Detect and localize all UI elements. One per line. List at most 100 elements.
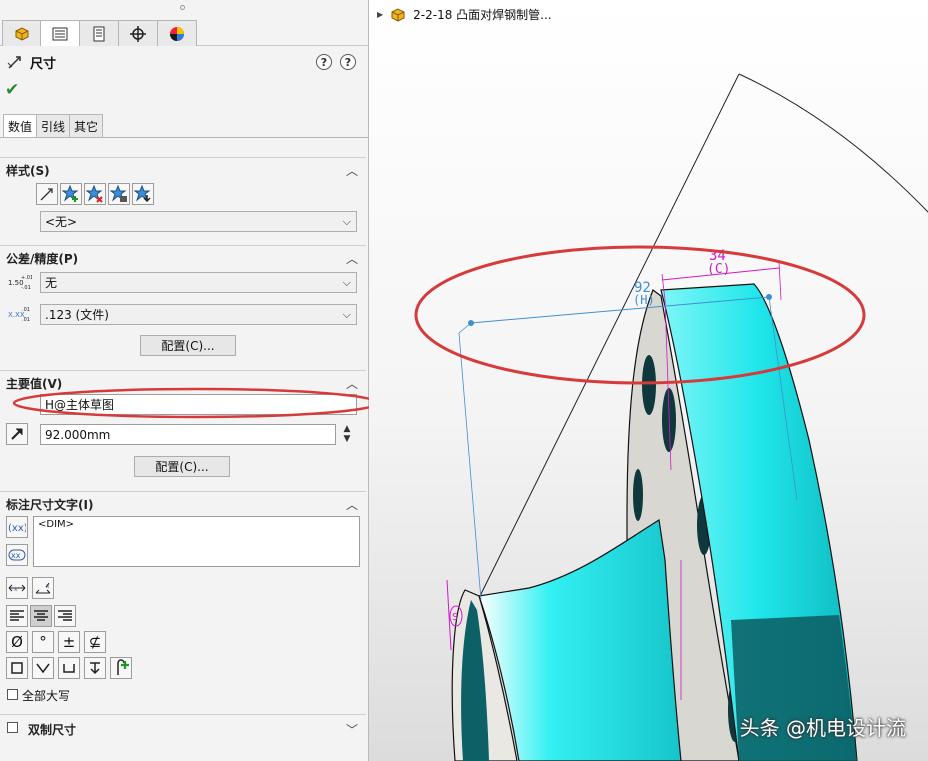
precision-icon: X.XX .01 .01	[8, 307, 30, 323]
align-right-icon	[58, 610, 72, 621]
load-style-button[interactable]	[132, 183, 154, 205]
tolerance-type-icon: 1.50 +.01 -.01	[8, 275, 33, 291]
diameter-symbol-button[interactable]: Ø	[6, 631, 28, 653]
svg-text:-.01: -.01	[21, 285, 31, 291]
star-delete-icon	[86, 185, 103, 203]
dim-label-h: (H)	[633, 293, 655, 307]
display-manager-icon	[170, 26, 184, 41]
dual-dimension-label: 双制尺寸	[28, 723, 77, 737]
style-select-value: <无>	[45, 215, 78, 229]
delete-style-button[interactable]	[84, 183, 106, 205]
sketch-arc	[738, 73, 928, 213]
property-title-label: 尺寸	[30, 56, 57, 72]
align-center-button[interactable]	[30, 605, 52, 627]
tolerance-type-select[interactable]: 无 ⌵	[40, 272, 357, 293]
center-arrows-icon: x	[8, 584, 26, 593]
collapse-chevron-icon[interactable]: ︿	[346, 250, 358, 267]
tolerance-config-button[interactable]: 配置(C)...	[140, 335, 236, 356]
style-select[interactable]: <无> ⌵	[40, 211, 357, 232]
tolerance-type-icon: 1.50 +.01 -.01	[8, 273, 33, 291]
tab-property-manager[interactable]	[40, 20, 80, 46]
value-tabs: 数值 引线 其它	[3, 114, 104, 138]
tab-feature-manager[interactable]	[2, 20, 42, 46]
apply-default-style-button[interactable]	[36, 183, 58, 205]
ok-check-icon[interactable]: ✔	[5, 80, 19, 100]
watermark: 头条 @机电设计流	[739, 716, 906, 740]
primary-config-button[interactable]: 配置(C)...	[134, 456, 230, 477]
tab-display-manager[interactable]	[157, 20, 197, 46]
annotation-ellipse-left	[12, 387, 369, 419]
add-parentheses-button[interactable]: (xx)	[6, 516, 28, 538]
offset-text-button[interactable]: x	[32, 577, 54, 599]
symbol-toolbar: Ø ° ± ⊈	[6, 631, 106, 653]
square-symbol-button[interactable]	[6, 657, 28, 679]
tab-dimxpert[interactable]	[118, 20, 158, 46]
degree-symbol-button[interactable]: °	[32, 631, 54, 653]
svg-text:xx: xx	[11, 551, 21, 560]
add-style-button[interactable]	[60, 183, 82, 205]
tab-value[interactable]: 数值	[3, 114, 38, 138]
dimension-style-icon	[40, 188, 53, 201]
align-center-icon	[34, 610, 48, 621]
center-dimension-button[interactable]: x	[6, 577, 28, 599]
style-toolbar	[36, 183, 154, 205]
plus-minus-symbol-button[interactable]: ±	[58, 631, 80, 653]
align-right-button[interactable]	[54, 605, 76, 627]
panel-grip-handle[interactable]	[180, 5, 185, 10]
section-dimension-text[interactable]: 标注尺寸文字(I) ︿	[0, 491, 366, 513]
model-canvas: 34 (C) 92 (H) S	[414, 73, 928, 761]
inspection-icon: xx	[8, 549, 26, 561]
graphics-area[interactable]: ▶ 2-2-18 凸面对焊钢制管... 34 (C) 92 (H) S 头条 @…	[369, 0, 928, 761]
bolt-hole	[642, 355, 656, 415]
section-style-title: 样式(S)	[6, 164, 50, 178]
svg-text:+.01: +.01	[21, 275, 32, 281]
save-style-button[interactable]	[108, 183, 130, 205]
depth-symbol-button[interactable]	[84, 657, 106, 679]
collapse-chevron-icon[interactable]: ︿	[346, 496, 358, 513]
star-add-icon	[62, 185, 79, 202]
star-save-icon	[110, 185, 127, 202]
property-manager-icon	[52, 27, 68, 40]
star-load-icon	[134, 185, 151, 203]
section-tolerance-title: 公差/精度(P)	[6, 252, 79, 266]
svg-text:.01: .01	[22, 307, 30, 313]
all-caps-checkbox[interactable]	[7, 689, 18, 700]
justify-toolbar	[6, 605, 76, 627]
dual-dimension-checkbox[interactable]	[7, 722, 18, 733]
dim-label-c: (C)	[707, 262, 730, 277]
depth-icon	[90, 662, 100, 675]
chevron-down-icon: ⌵	[342, 308, 351, 321]
dimension-icon	[7, 56, 21, 69]
tab-leaders[interactable]: 引线	[37, 114, 71, 138]
collapse-chevron-icon[interactable]: ︿	[346, 162, 358, 179]
chevron-down-icon: ⌵	[342, 215, 351, 228]
svg-text:(xx): (xx)	[8, 523, 26, 534]
more-symbols-button[interactable]	[110, 657, 132, 679]
section-style[interactable]: 样式(S) ︿	[0, 157, 366, 179]
inspection-dimension-button[interactable]: xx	[6, 544, 28, 566]
tab-configuration-manager[interactable]	[79, 20, 119, 46]
countersink-symbol-button[interactable]	[32, 657, 54, 679]
centerline-symbol-button[interactable]: ⊈	[84, 631, 106, 653]
dimxpert-icon	[130, 25, 146, 42]
svg-text:.01: .01	[22, 317, 30, 323]
align-left-icon	[10, 610, 24, 621]
expand-chevron-icon[interactable]: ﹀	[346, 721, 358, 738]
chevron-down-icon: ⌵	[342, 276, 351, 289]
help-icon[interactable]: ?	[340, 54, 356, 70]
dimension-text-area[interactable]: <DIM>	[33, 516, 360, 567]
section-dual-dimension[interactable]: 双制尺寸 ﹀	[0, 714, 366, 742]
counterbore-symbol-button[interactable]	[58, 657, 80, 679]
tab-other[interactable]: 其它	[70, 114, 104, 138]
whats-wrong-help-icon[interactable]: ?	[316, 54, 332, 70]
section-tolerance[interactable]: 公差/精度(P) ︿	[0, 245, 366, 267]
dim-label-s: S	[452, 612, 458, 623]
align-left-button[interactable]	[6, 605, 28, 627]
more-symbols-icon	[117, 659, 129, 675]
section-dimtext-title: 标注尺寸文字(I)	[6, 498, 94, 512]
counterbore-icon	[63, 664, 75, 673]
precision-select[interactable]: .123 (文件) ⌵	[40, 304, 357, 325]
bolt-hole	[633, 469, 643, 521]
dim-ext-left	[458, 322, 482, 601]
svg-text:x: x	[46, 583, 50, 590]
